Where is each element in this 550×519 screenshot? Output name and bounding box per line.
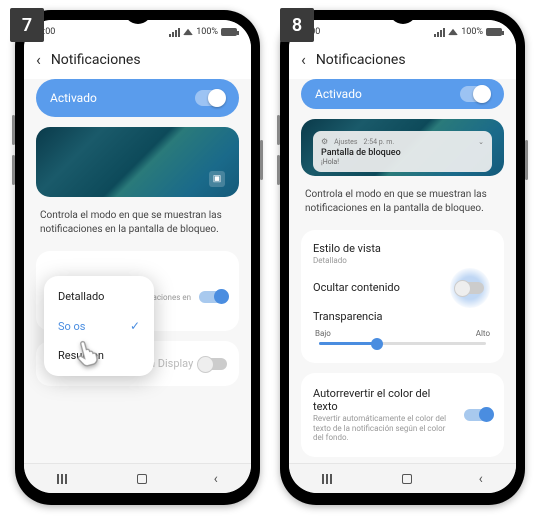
slider-low-label: Bajo [315, 329, 331, 338]
focus-highlight [450, 268, 490, 308]
autorevert-sub: Revertir automáticamente el color del te… [313, 414, 456, 443]
recent-apps-icon[interactable] [57, 474, 71, 484]
view-style-row[interactable]: Estilo de vista Detallado [313, 238, 492, 272]
preview-title: Pantalla de bloqueo [321, 148, 484, 158]
master-toggle-label: Activado [50, 91, 97, 105]
hide-content-toggle[interactable] [456, 282, 484, 294]
lockscreen-preview: ⚙ Ajustes 2:54 p. m. ⌄ Pantalla de bloqu… [301, 119, 504, 175]
slider-high-label: Alto [476, 329, 490, 338]
pointer-hand-icon [67, 333, 108, 379]
home-icon[interactable] [137, 474, 147, 484]
view-style-label: Estilo de vista [313, 242, 492, 255]
master-toggle-switch[interactable] [195, 90, 225, 106]
small-toggle-on[interactable] [199, 291, 227, 303]
preview-subtitle: ¡Hola! [321, 158, 484, 166]
slider-thumb[interactable] [371, 338, 383, 350]
chevron-down-icon: ⌄ [478, 138, 484, 146]
recent-apps-icon[interactable] [322, 474, 336, 484]
battery-icon [486, 28, 502, 36]
hide-content-label: Ocultar contenido [313, 281, 400, 294]
app-header: ‹ Notificaciones [24, 42, 251, 79]
back-icon[interactable]: ‹ [301, 50, 306, 69]
back-icon[interactable]: ‹ [36, 50, 41, 69]
preview-app-name: Ajustes [334, 138, 357, 146]
step-badge-7: 7 [10, 8, 44, 42]
master-toggle-pill[interactable]: Activado [36, 79, 239, 117]
wifi-icon [448, 29, 458, 35]
popup-option-label: Detallado [58, 290, 104, 303]
nav-back-icon[interactable]: ‹ [479, 471, 483, 487]
nav-back-icon[interactable]: ‹ [214, 471, 218, 487]
page-title: Notificaciones [316, 52, 406, 68]
view-style-value: Detallado [313, 256, 492, 266]
signal-icon [434, 28, 445, 37]
description-text: Controla el modo en que se muestran las … [36, 207, 239, 241]
master-toggle-switch[interactable] [460, 86, 490, 102]
preview-detail-icon: ▣ [209, 171, 225, 187]
signal-icon [169, 28, 180, 37]
app-header: ‹ Notificaciones [289, 42, 516, 79]
autorevert-toggle[interactable] [464, 409, 492, 421]
phone-frame-7: 9:00 100% ‹ Notificaciones Activado ▣ Co… [15, 10, 260, 505]
description-text: Controla el modo en que se muestran las … [301, 186, 504, 220]
autorevert-row[interactable]: Autorrevertir el color del texto Reverti… [313, 381, 492, 449]
page-title: Notificaciones [51, 52, 141, 68]
home-icon[interactable] [402, 474, 412, 484]
popup-option-solo-iconos[interactable]: So os ✓ [44, 311, 154, 341]
wifi-icon [183, 29, 193, 35]
autorevert-label: Autorrevertir el color del texto [313, 387, 456, 413]
transparency-slider[interactable] [319, 342, 486, 345]
battery-text: 100% [461, 27, 483, 37]
preview-notification-card: ⚙ Ajustes 2:54 p. m. ⌄ Pantalla de bloqu… [313, 131, 492, 172]
popup-option-label: So os [58, 320, 85, 333]
master-toggle-pill[interactable]: Activado [301, 79, 504, 109]
gear-icon: ⚙ [321, 137, 328, 146]
transparency-slider-row: Bajo Alto [313, 325, 492, 353]
android-navbar: ‹ [24, 463, 251, 493]
transparency-label: Transparencia [313, 310, 492, 323]
popup-option-detallado[interactable]: Detallado [44, 282, 154, 311]
step-badge-8: 8 [280, 8, 314, 42]
settings-card: Estilo de vista Detallado Ocultar conten… [301, 230, 504, 364]
phone-frame-8: 9:00 100% ‹ Notificaciones Activado ⚙ [280, 10, 525, 505]
battery-icon [221, 28, 237, 36]
android-navbar: ‹ [289, 463, 516, 493]
preview-time: 2:54 p. m. [364, 138, 395, 146]
autorevert-card: Autorrevertir el color del texto Reverti… [301, 373, 504, 457]
check-icon: ✓ [130, 319, 140, 333]
view-style-popup: Detallado So os ✓ Resumen [44, 276, 154, 376]
hide-content-row[interactable]: Ocultar contenido [313, 271, 492, 304]
master-toggle-label: Activado [315, 87, 362, 101]
battery-text: 100% [196, 27, 218, 37]
aod-toggle[interactable] [199, 358, 227, 370]
lockscreen-preview: ▣ [36, 127, 239, 197]
